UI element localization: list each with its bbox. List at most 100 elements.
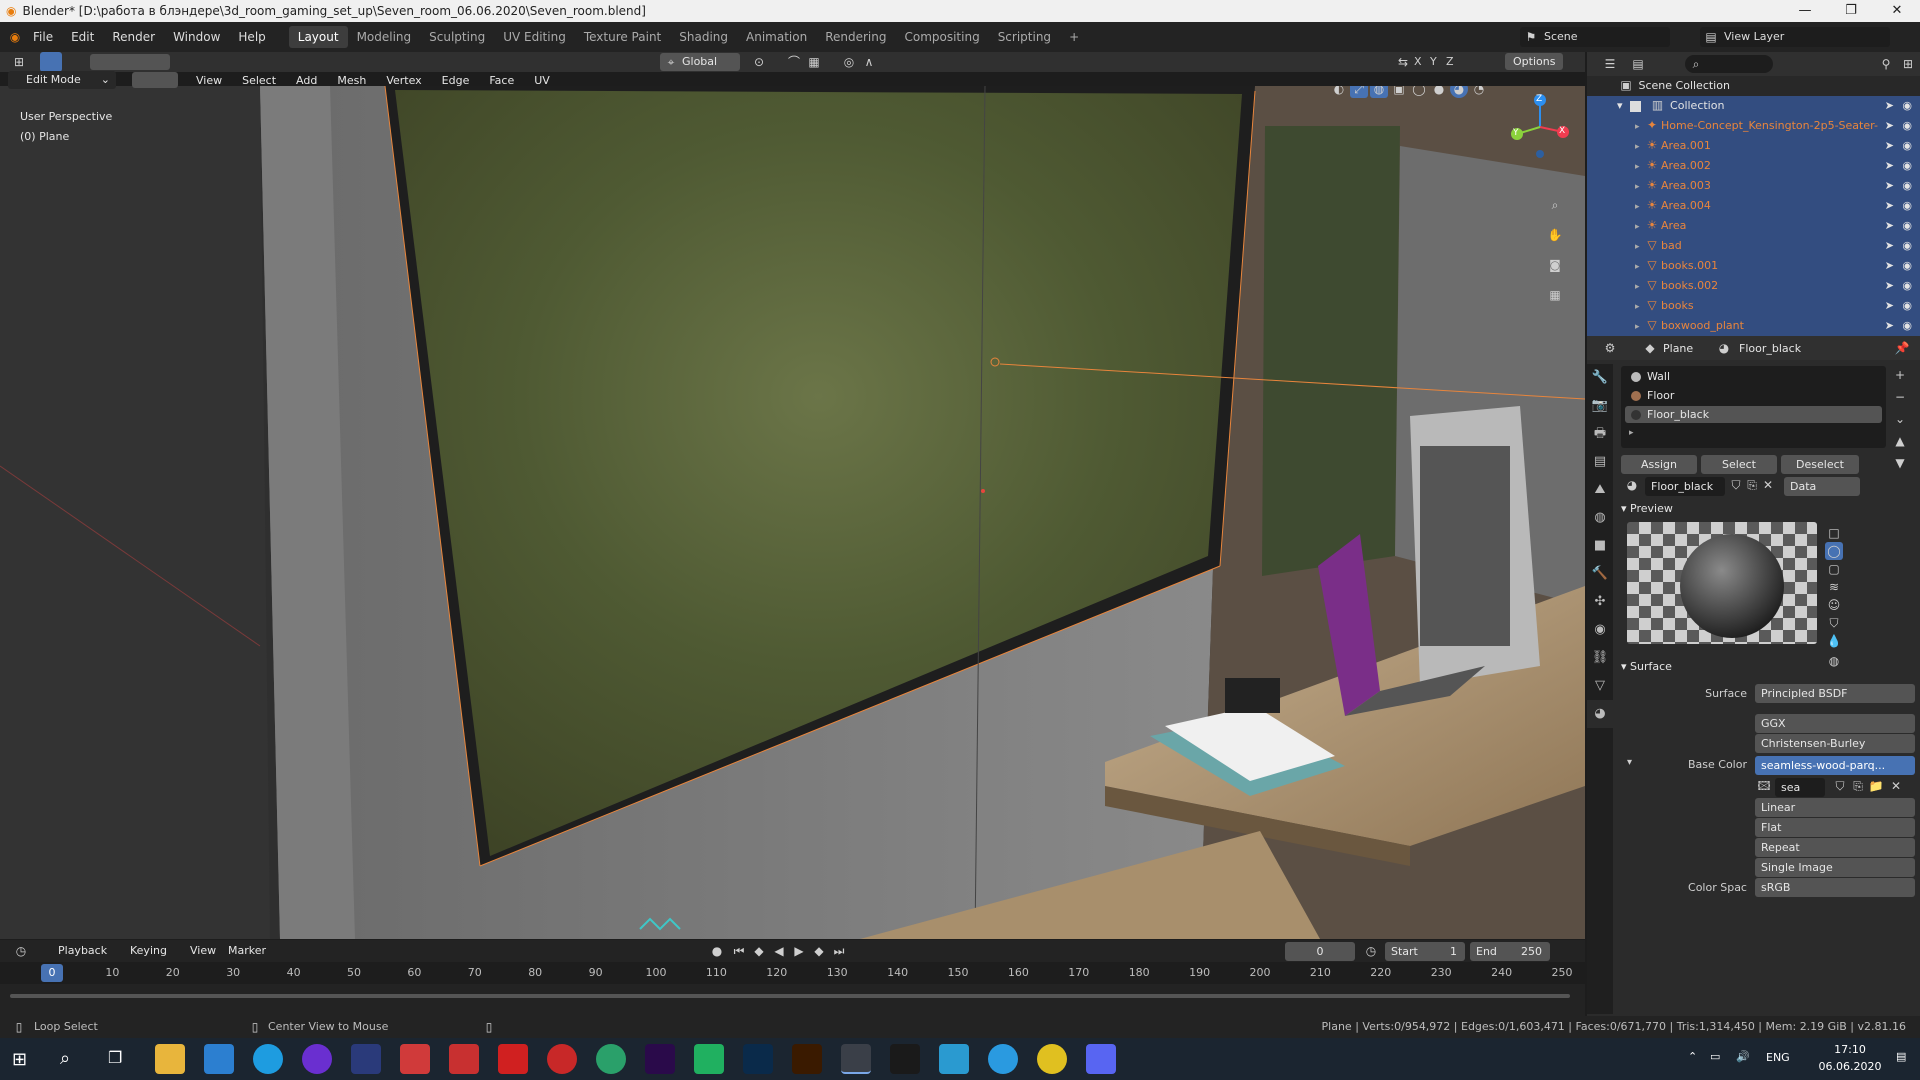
outliner-scene-collection[interactable]: ▣ Scene Collection xyxy=(1587,76,1920,96)
edge-browser-icon[interactable] xyxy=(253,1044,283,1074)
zoom-icon[interactable]: ⌕ xyxy=(1546,196,1564,214)
preview-cloth-icon[interactable]: ⛉ xyxy=(1825,614,1843,632)
start-frame-field[interactable]: Start 1 xyxy=(1385,942,1465,961)
camera-view-icon[interactable]: ◙ xyxy=(1546,256,1564,274)
proportional-editing-icon[interactable]: ◎ xyxy=(840,53,858,71)
preview-range-icon[interactable]: ◷ xyxy=(1362,942,1380,960)
expand-arrow-icon[interactable]: ▸ xyxy=(1635,222,1640,232)
material-tab-icon[interactable]: ◕ xyxy=(1587,700,1613,728)
mirror-icon[interactable]: ⇆ xyxy=(1394,53,1412,71)
eye-icon[interactable]: ◉ xyxy=(1902,316,1912,336)
image-name-field[interactable]: sea xyxy=(1775,778,1825,797)
eye-icon[interactable]: ◉ xyxy=(1902,256,1912,276)
gizmo-toggle-icon[interactable]: ⤢ xyxy=(1350,86,1368,98)
viewport-menu-face[interactable]: Face xyxy=(481,72,522,89)
tool-tab-icon[interactable]: 🔧 xyxy=(1587,364,1613,392)
outliner-item[interactable]: ▸ ▽ books ➤ ◉ xyxy=(1587,296,1920,316)
select-toggle-icon[interactable]: ➤ xyxy=(1885,296,1894,316)
expand-arrow-icon[interactable]: ▸ xyxy=(1635,282,1640,292)
timeline-editor-icon[interactable]: ◷ xyxy=(12,942,30,960)
viewport-menu-vertex[interactable]: Vertex xyxy=(378,72,429,89)
preview-fluid-icon[interactable]: 💧 xyxy=(1825,632,1843,650)
eye-icon[interactable]: ◉ xyxy=(1902,216,1912,236)
particles-tab-icon[interactable]: ✣ xyxy=(1587,588,1613,616)
app-red-icon[interactable] xyxy=(400,1044,430,1074)
app-green-icon[interactable] xyxy=(596,1044,626,1074)
base-color-texture-field[interactable]: seamless-wood-parq... xyxy=(1755,756,1915,775)
outliner-item[interactable]: ▸ ▽ books.001 ➤ ◉ xyxy=(1587,256,1920,276)
preview-hair-icon[interactable]: ≋ xyxy=(1825,578,1843,596)
wireframe-shading-icon[interactable]: ◯ xyxy=(1410,86,1428,98)
transform-orientation-dropdown[interactable]: ⌖ Global xyxy=(660,53,740,71)
object-tab-icon[interactable]: ■ xyxy=(1587,532,1613,560)
playhead[interactable]: 0 xyxy=(41,964,63,982)
menu-file[interactable]: File xyxy=(24,30,62,44)
expand-arrow-icon[interactable]: ▸ xyxy=(1635,122,1640,132)
mail-icon[interactable] xyxy=(204,1044,234,1074)
telegram-icon[interactable] xyxy=(988,1044,1018,1074)
app-s-icon[interactable] xyxy=(498,1044,528,1074)
clock-date[interactable]: 06.06.2020 xyxy=(1810,1060,1890,1073)
list-expand-icon[interactable]: ▸ xyxy=(1629,428,1634,438)
surface-shader-field[interactable]: Principled BSDF xyxy=(1755,684,1915,703)
outliner-item[interactable]: ▸ ☀ Area.004 ➤ ◉ xyxy=(1587,196,1920,216)
remove-slot-icon[interactable]: − xyxy=(1891,388,1909,406)
preview-monkey-icon[interactable]: ☺ xyxy=(1825,596,1843,614)
world-tab-icon[interactable]: ◍ xyxy=(1587,504,1613,532)
workspace-tab-scripting[interactable]: Scripting xyxy=(989,26,1060,48)
view-layer-selector[interactable]: ▤ View Layer xyxy=(1700,27,1890,47)
pycharm-icon[interactable] xyxy=(694,1044,724,1074)
workspace-tab-uv-editing[interactable]: UV Editing xyxy=(494,26,575,48)
premiere-icon[interactable] xyxy=(645,1044,675,1074)
select-toggle-icon[interactable]: ➤ xyxy=(1885,156,1894,176)
menu-render[interactable]: Render xyxy=(103,30,164,44)
jump-start-icon[interactable]: ⏮ xyxy=(730,942,748,960)
play-icon[interactable]: ▶ xyxy=(790,942,808,960)
mode-dropdown[interactable]: Edit Mode ⌄ xyxy=(8,71,116,89)
select-toggle-icon[interactable]: ➤ xyxy=(1885,96,1894,116)
current-frame-field[interactable]: 0 xyxy=(1285,942,1355,961)
outliner-item[interactable]: ▸ ▽ boxwood_plant ➤ ◉ xyxy=(1587,316,1920,336)
filter-icon[interactable]: ⚲ xyxy=(1877,55,1895,73)
image-new-icon[interactable]: ⎘ xyxy=(1849,777,1867,795)
color-space-dropdown[interactable]: sRGB xyxy=(1755,878,1915,897)
timeline-menu-playback[interactable]: Playback xyxy=(50,942,115,959)
scene-selector[interactable]: ⚑ Scene xyxy=(1520,27,1670,47)
workspace-tab-modeling[interactable]: Modeling xyxy=(348,26,421,48)
select-toggle-icon[interactable]: ➤ xyxy=(1885,236,1894,256)
discord-icon[interactable] xyxy=(1086,1044,1116,1074)
viewport-menu-select[interactable]: Select xyxy=(234,72,284,89)
visibility-icon[interactable]: ◐ xyxy=(1330,86,1348,98)
editor-type-icon[interactable]: ⊞ xyxy=(10,53,28,71)
material-browse-icon[interactable]: ◕ xyxy=(1623,476,1641,494)
timeline-menu-marker[interactable]: Marker xyxy=(220,942,274,959)
image-open-icon[interactable]: 📁 xyxy=(1867,777,1885,795)
select-toggle-icon[interactable]: ➤ xyxy=(1885,136,1894,156)
select-mode-buttons[interactable] xyxy=(90,54,170,70)
add-workspace-button[interactable]: + xyxy=(1060,26,1088,48)
notifications-icon[interactable]: ▤ xyxy=(1896,1050,1906,1063)
projection-dropdown[interactable]: Flat xyxy=(1755,818,1915,837)
eye-icon[interactable]: ◉ xyxy=(1902,136,1912,156)
clock-time[interactable]: 17:10 xyxy=(1810,1043,1890,1056)
outliner-search-input[interactable]: ⌕ xyxy=(1685,55,1773,73)
rendered-shading-icon[interactable]: ◔ xyxy=(1470,86,1488,98)
options-dropdown[interactable]: Options xyxy=(1505,53,1564,70)
outliner-item[interactable]: ▸ ☀ Area.001 ➤ ◉ xyxy=(1587,136,1920,156)
expand-arrow-icon[interactable]: ▸ xyxy=(1635,142,1640,152)
eye-icon[interactable]: ◉ xyxy=(1902,276,1912,296)
expand-arrow-icon[interactable]: ▸ xyxy=(1635,262,1640,272)
gizmo-neg-z[interactable] xyxy=(1536,150,1544,158)
scene-tab-icon[interactable]: ⛰ xyxy=(1587,476,1613,504)
preview-plane-icon[interactable]: □ xyxy=(1825,524,1843,542)
image-fake-user-icon[interactable]: ⛉ xyxy=(1831,777,1849,795)
workspace-tab-layout[interactable]: Layout xyxy=(288,26,348,48)
timeline-menu-view[interactable]: View xyxy=(182,942,224,959)
preview-cube-icon[interactable]: ▢ xyxy=(1825,560,1843,578)
outliner-item[interactable]: ▸ ☀ Area.002 ➤ ◉ xyxy=(1587,156,1920,176)
network-icon[interactable]: ▭ xyxy=(1710,1050,1720,1063)
pin-icon[interactable]: 📌 xyxy=(1893,339,1911,357)
expand-arrow-icon[interactable]: ▸ xyxy=(1635,302,1640,312)
slot-menu-icon[interactable]: ⌄ xyxy=(1891,410,1909,428)
close-button[interactable]: ✕ xyxy=(1874,0,1920,22)
